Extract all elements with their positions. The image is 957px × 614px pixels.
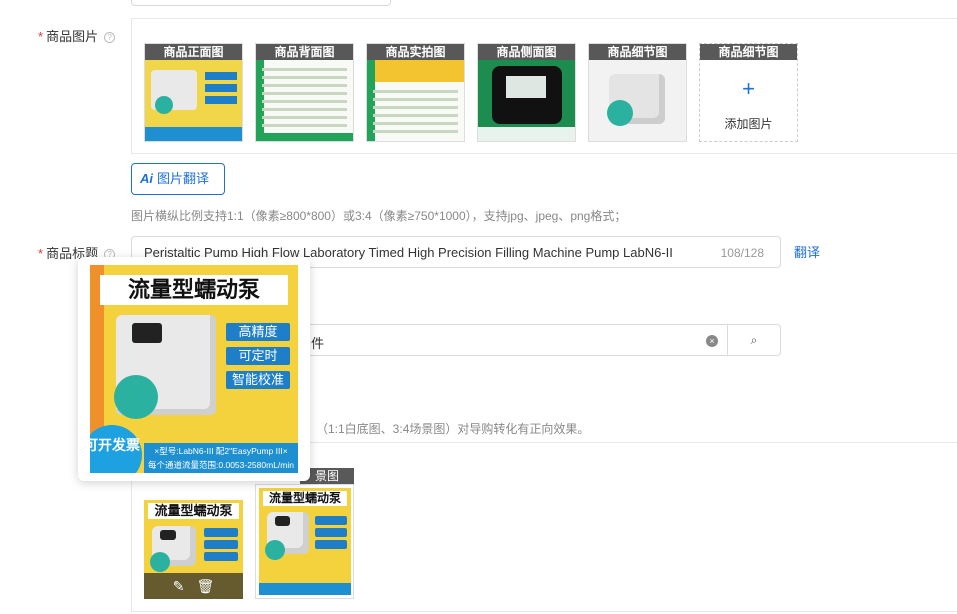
top-input-edge xyxy=(131,0,391,6)
invoice-badge: 可开发票 xyxy=(90,425,142,473)
image-hint: 图片横纵比例支持1:1（像素≥800*800）或3:4（像素≥750*1000）… xyxy=(131,209,627,223)
thumb-caption: 商品侧面图 xyxy=(478,44,575,60)
search-icon: ⌕ xyxy=(750,333,758,347)
preview-image: 流量型蠕动泵 高精度 可定时 智能校准 可开发票 ×型号:LabN6-III 配… xyxy=(90,265,298,473)
back-image xyxy=(256,60,353,141)
plus-icon: + xyxy=(742,76,755,101)
add-image-label: 添加图片 xyxy=(724,117,773,131)
side-image xyxy=(478,60,575,141)
delete-icon[interactable]: 🗑 xyxy=(196,578,214,594)
edit-icon[interactable]: ✎ xyxy=(173,578,185,594)
poster-band: ×型号:LabN6-III 配2"EasyPump III× 每个通道流量范围:… xyxy=(144,443,298,473)
product-images-label: * 商品图片? xyxy=(38,26,116,45)
ai-icon: Ai xyxy=(140,171,153,186)
thumb-caption: 商品细节图 xyxy=(589,44,686,60)
poster-tag: 智能校准 xyxy=(226,371,290,389)
scene-image-thumb[interactable]: 流量型蠕动泵 xyxy=(255,484,354,599)
poster-tag: 可定时 xyxy=(226,347,290,365)
image-thumb-real[interactable]: 商品实拍图 xyxy=(366,43,465,142)
thumb-tools: ✎ 🗑 xyxy=(144,573,243,599)
poster-title: 流量型蠕动泵 xyxy=(100,275,288,305)
image-translate-label: 图片翻译 xyxy=(157,171,210,186)
char-counter: 108/128 xyxy=(720,246,764,260)
category-search-input[interactable]: 件 × xyxy=(250,324,728,356)
thumb-caption: 商品正面图 xyxy=(145,44,242,60)
real-image xyxy=(367,60,464,141)
image-preview-popover: 流量型蠕动泵 高精度 可定时 智能校准 可开发票 ×型号:LabN6-III 配… xyxy=(78,257,310,481)
front-image xyxy=(145,60,242,141)
clear-icon[interactable]: × xyxy=(706,335,718,347)
image-thumb-detail[interactable]: 商品细节图 xyxy=(588,43,687,142)
image-translate-button[interactable]: Ai 图片翻译 xyxy=(131,163,225,195)
title-translate-link[interactable]: 翻译 xyxy=(794,242,820,261)
thumb-caption: 商品细节图 xyxy=(700,44,797,60)
thumb-caption: 商品实拍图 xyxy=(367,44,464,60)
thumb-caption: 商品背面图 xyxy=(256,44,353,60)
search-button[interactable]: ⌕ xyxy=(727,324,781,356)
add-image-button[interactable]: 商品细节图 + 添加图片 xyxy=(699,43,798,142)
white-bg-image-thumb[interactable]: 流量型蠕动泵 ✎ 🗑 xyxy=(144,500,243,599)
detail-image xyxy=(589,60,686,141)
category-search-value: 件 xyxy=(311,336,325,351)
image-thumb-side[interactable]: 商品侧面图 xyxy=(477,43,576,142)
scene-image-hint: （1:1白底图、3:4场景图）对导购转化有正向效果。 xyxy=(316,422,590,436)
image-thumb-back[interactable]: 商品背面图 xyxy=(255,43,354,142)
image-thumb-front[interactable]: 商品正面图 xyxy=(144,43,243,142)
poster-tag: 高精度 xyxy=(226,323,290,341)
help-icon[interactable]: ? xyxy=(104,32,116,43)
